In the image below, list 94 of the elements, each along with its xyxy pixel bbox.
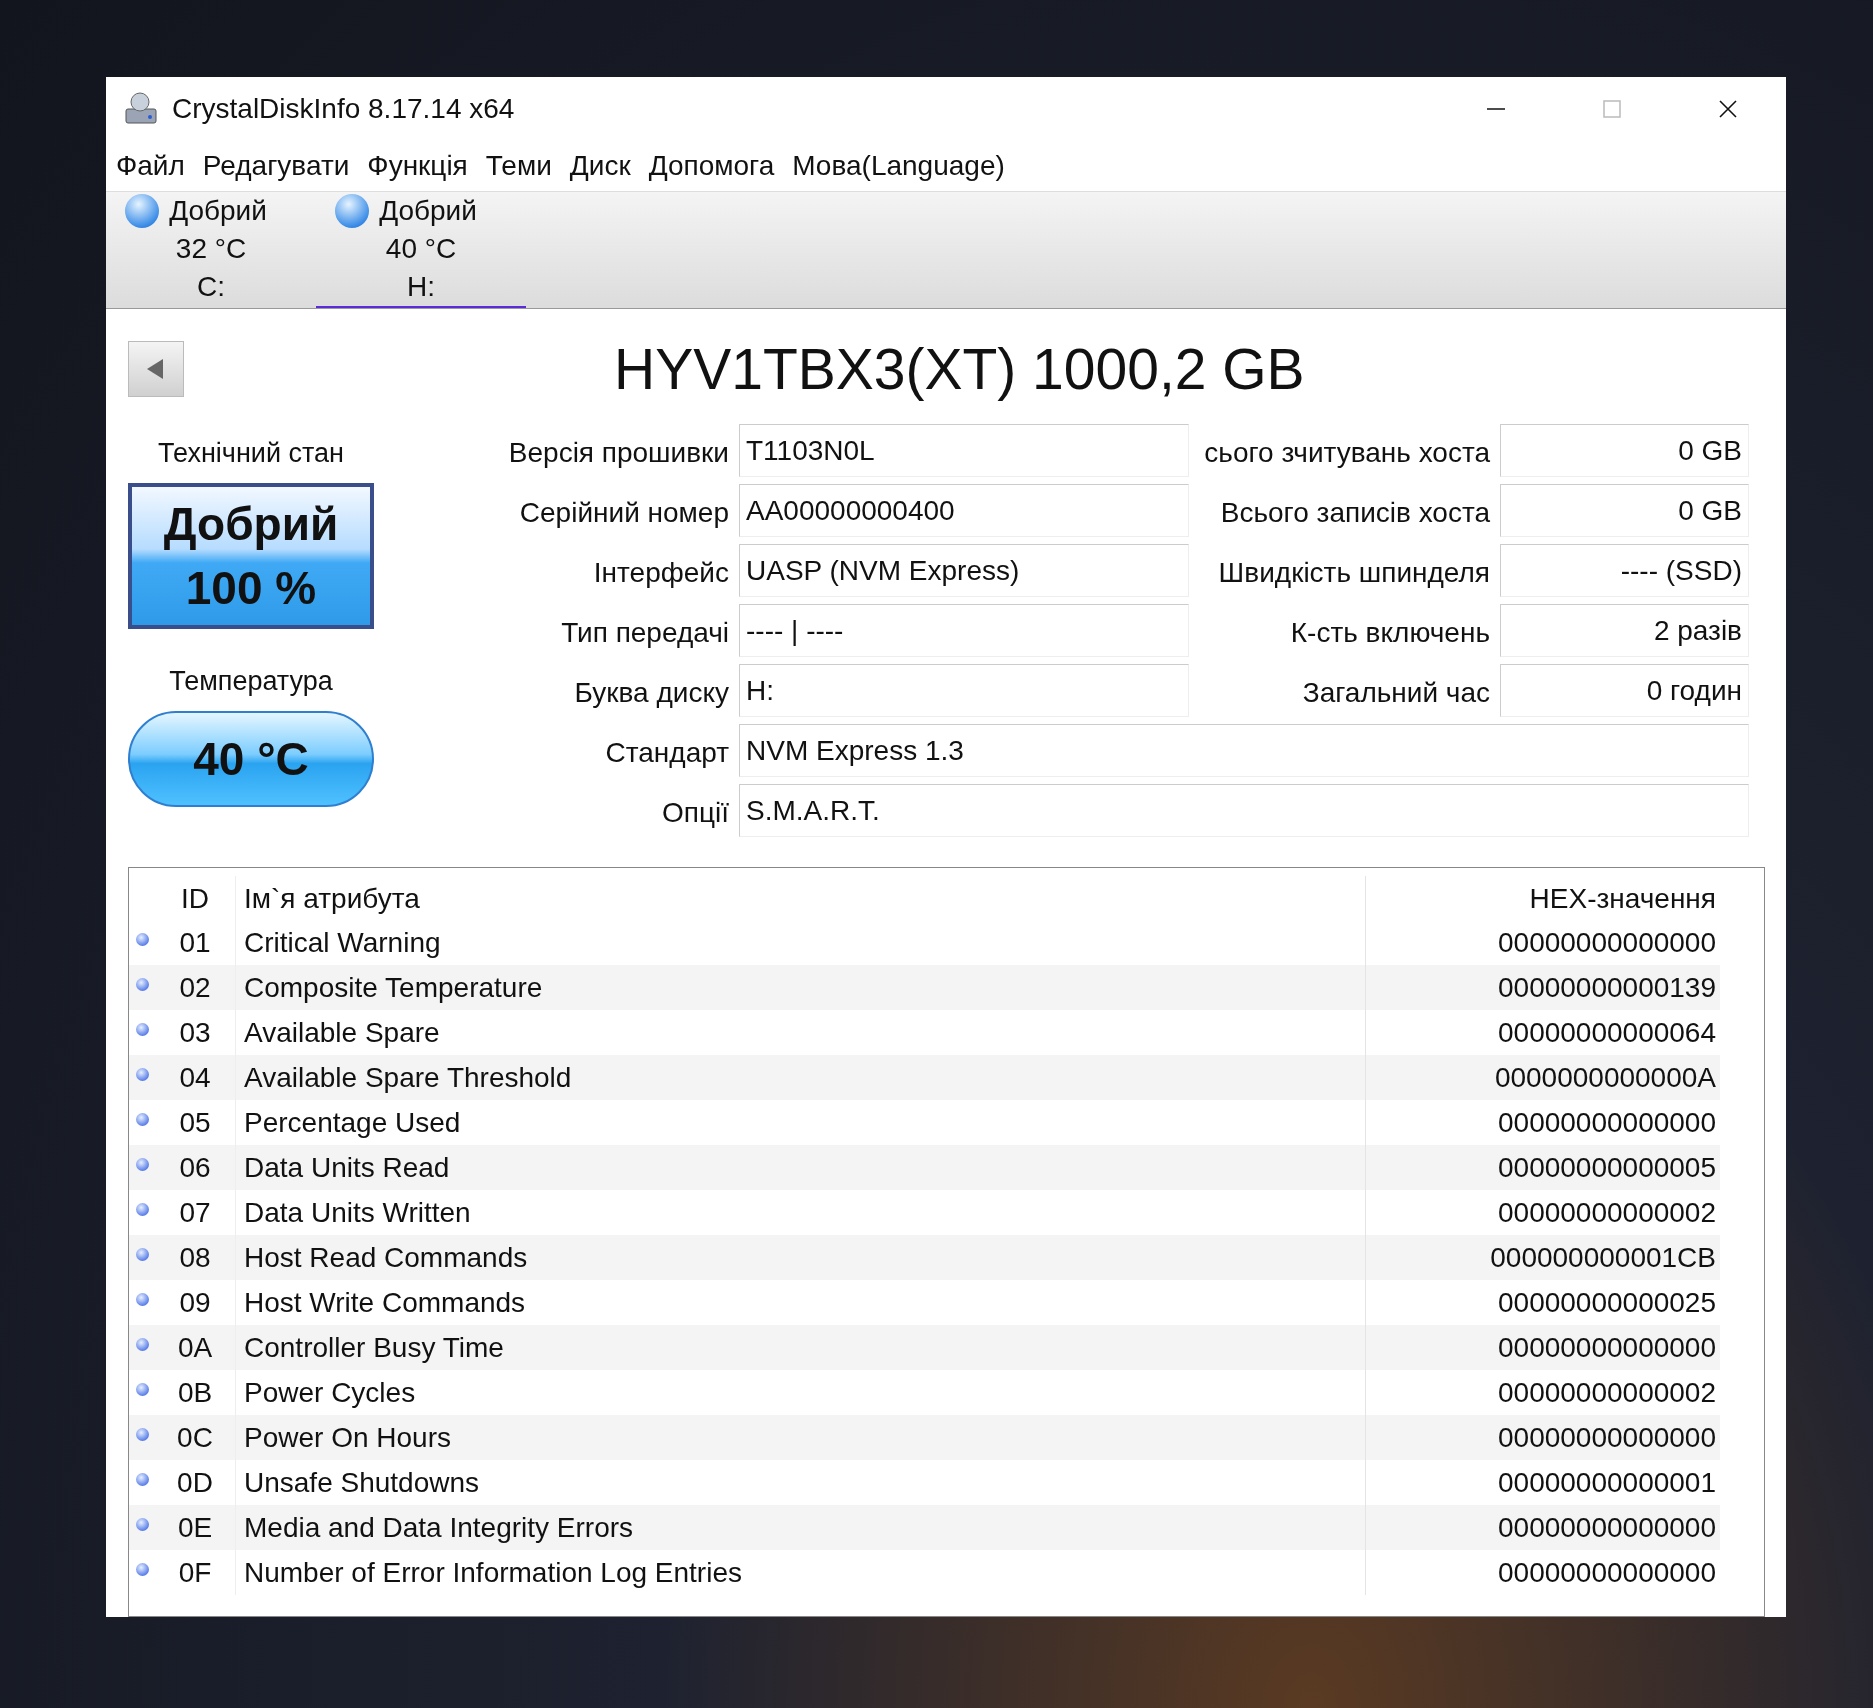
field-label: Стандарт xyxy=(604,737,730,769)
menu-item[interactable]: Допомога xyxy=(646,150,777,183)
table-cell-text: 00000000000000 xyxy=(1497,1106,1717,1140)
table-cell-text: 00000000000000 xyxy=(1497,1331,1717,1365)
table-cell: Media and Data Integrity Errors xyxy=(236,1505,1366,1550)
column-header[interactable]: Ім`я атрибута xyxy=(236,876,1366,920)
status-dot-icon xyxy=(135,1113,149,1126)
table-cell: 0C xyxy=(155,1415,236,1460)
table-cell-text: 00000000000000 xyxy=(1497,1556,1717,1590)
table-cell-text: 00000000000000 xyxy=(1497,926,1717,960)
field-label: Всього записів хоста xyxy=(1219,497,1491,529)
field-label: Тип передачі xyxy=(560,617,730,649)
minimize-icon xyxy=(1487,108,1505,111)
field-label: сього зчитувань хоста xyxy=(1203,437,1491,469)
status-dot-icon xyxy=(135,1428,149,1441)
menu-item[interactable]: Теми xyxy=(483,150,554,183)
status-orb-icon xyxy=(335,194,370,228)
table-cell-text: 00000000000139 xyxy=(1497,971,1717,1005)
menu-item[interactable]: Редагувати xyxy=(200,150,352,183)
menu-item[interactable]: Диск xyxy=(567,150,633,183)
field-value: ---- (SSD) xyxy=(1500,544,1749,597)
field-label: К-сть включень xyxy=(1289,617,1491,649)
field-label: Серійний номер xyxy=(518,497,730,529)
status-dot-icon xyxy=(135,1068,149,1081)
status-orb-icon xyxy=(125,194,160,228)
field-value: 0 GB xyxy=(1500,424,1749,477)
table-cell-text: 00000000000000 xyxy=(1497,1421,1717,1455)
table-cell: Host Read Commands xyxy=(236,1235,1366,1280)
table-cell: 08 xyxy=(155,1235,236,1280)
table-cell: 0A xyxy=(155,1325,236,1370)
table-cell: 06 xyxy=(155,1145,236,1190)
table-cell: Composite Temperature xyxy=(236,965,1366,1010)
table-cell-text: 00000000000025 xyxy=(1497,1286,1717,1320)
status-dot-icon xyxy=(135,1518,149,1531)
column-header[interactable]: ID xyxy=(155,876,236,920)
field-label: Версія прошивки xyxy=(507,437,730,469)
table-cell-text: 00000000000005 xyxy=(1497,1151,1717,1185)
table-cell: 02 xyxy=(155,965,236,1010)
status-dot-icon xyxy=(135,1338,149,1351)
table-cell: Number of Error Information Log Entries xyxy=(236,1550,1366,1595)
field-value: 0 годин xyxy=(1500,664,1749,717)
field-value: AA00000000400 xyxy=(739,484,1189,537)
table-cell-text: 00000000000002 xyxy=(1497,1196,1717,1230)
field-value: 2 разів xyxy=(1500,604,1749,657)
table-cell: Controller Busy Time xyxy=(236,1325,1366,1370)
status-dot-icon xyxy=(135,1248,149,1261)
field-value: NVM Express 1.3 xyxy=(739,724,1749,777)
field-value: H: xyxy=(739,664,1189,717)
menu-item[interactable]: Файл xyxy=(114,150,187,183)
field-label: Інтерфейс xyxy=(592,557,730,589)
status-dot-icon xyxy=(135,1023,149,1036)
table-cell: Power On Hours xyxy=(236,1415,1366,1460)
status-dot-icon xyxy=(135,1158,149,1171)
field-label: Загальний час xyxy=(1301,677,1491,709)
status-dot-icon xyxy=(135,1473,149,1486)
status-dot-icon xyxy=(135,1293,149,1306)
field-value: ---- | ---- xyxy=(739,604,1189,657)
field-label: Буква диску xyxy=(573,677,730,709)
status-dot-icon xyxy=(135,978,149,991)
status-dot-icon xyxy=(135,1383,149,1396)
status-dot-icon xyxy=(135,1563,149,1576)
back-button[interactable] xyxy=(128,341,184,397)
table-cell-text: 0000000000000A xyxy=(1493,1061,1717,1095)
status-dot-icon xyxy=(135,1203,149,1216)
table-cell-text: 00000000000002 xyxy=(1497,1376,1717,1410)
status-dot-icon xyxy=(135,933,149,946)
table-cell: 0F xyxy=(155,1550,236,1595)
field-label: Швидкість шпинделя xyxy=(1217,557,1491,589)
menu-item[interactable]: Функція xyxy=(365,150,470,183)
close-icon xyxy=(1718,99,1738,120)
table-cell-text: 00000000000064 xyxy=(1497,1016,1717,1050)
disk-tab[interactable]: Добрий 32 °C C: xyxy=(106,192,316,308)
disk-model-title: HYV1TBX3(XT) 1000,2 GB xyxy=(614,336,1305,402)
maximize-icon xyxy=(1602,99,1622,120)
health-status-badge: Добрий 100 % xyxy=(128,483,374,629)
column-header[interactable]: HEX-значення xyxy=(1366,876,1720,920)
table-cell-text: 000000000001CB xyxy=(1489,1241,1717,1275)
table-cell: 0E xyxy=(155,1505,236,1550)
table-cell-text: 00000000000001 xyxy=(1497,1466,1717,1500)
table-cell-text: 00000000000000 xyxy=(1497,1511,1717,1545)
window-title: CrystalDiskInfo 8.17.14 x64 xyxy=(172,93,515,126)
menu-item[interactable]: Мова(Language) xyxy=(790,150,1007,183)
table-cell: Available Spare Threshold xyxy=(236,1055,1366,1100)
table-cell: 04 xyxy=(155,1055,236,1100)
field-value: UASP (NVM Express) xyxy=(739,544,1189,597)
field-value: T1103N0L xyxy=(739,424,1189,477)
disk-tab[interactable]: Добрий 40 °C H: xyxy=(316,192,526,308)
field-value: 0 GB xyxy=(1500,484,1749,537)
temperature-badge: 40 °C xyxy=(128,711,374,807)
temperature-label: Температура xyxy=(169,665,333,698)
field-value: S.M.A.R.T. xyxy=(739,784,1749,837)
health-label: Технічний стан xyxy=(158,437,344,470)
table-cell: Data Units Read xyxy=(236,1145,1366,1190)
field-label: Опції xyxy=(661,797,730,829)
